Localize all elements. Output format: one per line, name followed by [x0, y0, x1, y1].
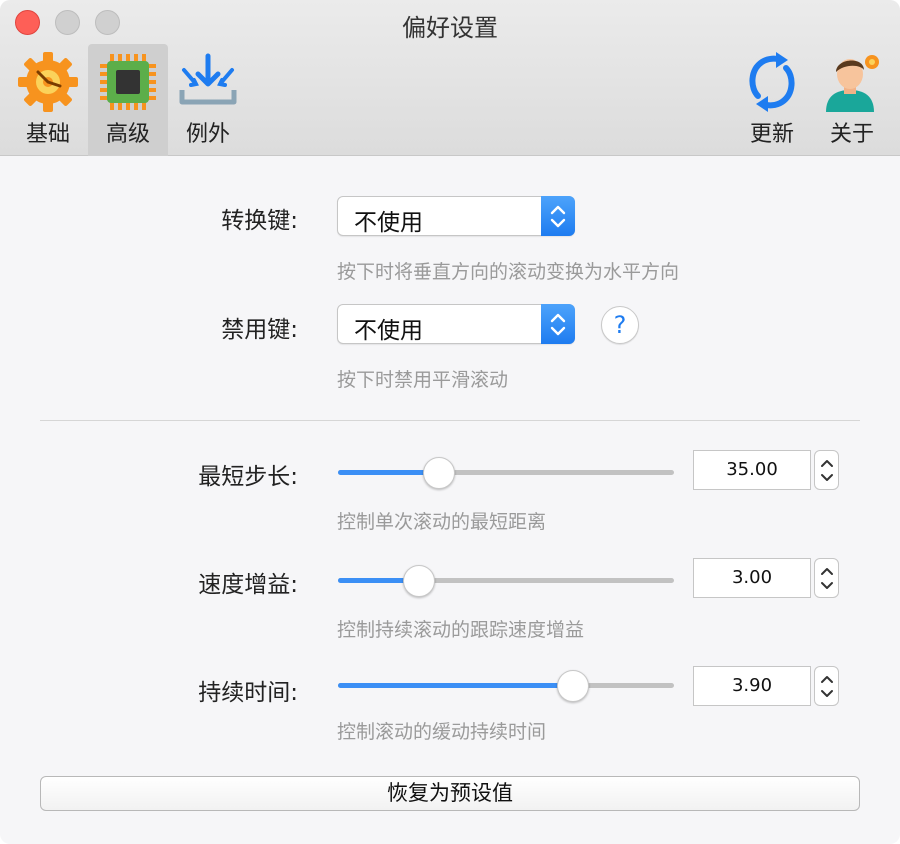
- tab-exceptions-label: 例外: [185, 122, 230, 147]
- disable-key-hint: 按下时禁用平滑滚动: [337, 369, 509, 391]
- speed-gain-field[interactable]: 3.00: [693, 558, 811, 598]
- duration-field[interactable]: 3.90: [693, 666, 811, 706]
- tab-update-label: 更新: [749, 122, 794, 147]
- min-step-label: 最短步长:: [198, 464, 298, 490]
- chip-icon: [100, 54, 156, 110]
- help-button[interactable]: ?: [601, 306, 639, 344]
- speed-gain-hint: 控制持续滚动的跟踪速度增益: [337, 619, 585, 641]
- popup-arrows-icon: [541, 196, 575, 236]
- stepper-arrows-icon: [821, 568, 833, 589]
- speed-gain-label: 速度增益:: [198, 572, 298, 598]
- disable-key-label: 禁用键:: [221, 317, 298, 343]
- window-title: 偏好设置: [402, 14, 498, 42]
- tab-advanced[interactable]: 高级: [88, 44, 168, 156]
- gear-icon: [18, 52, 78, 112]
- stepper-arrows-icon: [821, 460, 833, 481]
- modifier-key-hint: 按下时将垂直方向的滚动变换为水平方向: [337, 261, 680, 283]
- modifier-key-popup[interactable]: 不使用: [337, 196, 575, 236]
- duration-slider[interactable]: [338, 668, 674, 702]
- slider-knob[interactable]: [422, 457, 455, 489]
- reset-defaults-button[interactable]: 恢复为预设值: [40, 776, 860, 811]
- tab-basic-label: 基础: [25, 122, 70, 147]
- popup-arrows-icon: [541, 304, 575, 344]
- titlebar: 偏好设置 基础 高级 例外 更新 关于: [0, 0, 900, 156]
- tab-about-label: 关于: [829, 122, 874, 147]
- download-tray-icon: [179, 53, 237, 105]
- speed-gain-slider[interactable]: [338, 563, 674, 597]
- tab-exceptions[interactable]: 例外: [168, 44, 248, 156]
- disable-key-value: 不使用: [354, 318, 423, 344]
- section-divider: [40, 420, 860, 421]
- slider-fill: [338, 683, 574, 688]
- preferences-window: 偏好设置 基础 高级 例外 更新 关于 转换键: 不使用 按下时将垂直方向的滚动…: [0, 0, 900, 844]
- stepper-arrows-icon: [821, 676, 833, 697]
- speed-gain-stepper[interactable]: [814, 558, 839, 598]
- duration-label: 持续时间:: [198, 680, 298, 706]
- tab-advanced-label: 高级: [105, 122, 150, 147]
- min-step-stepper[interactable]: [814, 450, 839, 490]
- refresh-icon: [749, 52, 795, 112]
- slider-knob[interactable]: [402, 565, 435, 597]
- user-avatar-icon: [826, 55, 879, 112]
- duration-hint: 控制滚动的缓动持续时间: [337, 721, 547, 743]
- disable-key-popup[interactable]: 不使用: [337, 304, 575, 344]
- tab-basic[interactable]: 基础: [8, 44, 88, 156]
- slider-knob[interactable]: [557, 670, 590, 702]
- duration-stepper[interactable]: [814, 666, 839, 706]
- tab-update[interactable]: 更新: [732, 44, 812, 156]
- modifier-key-label: 转换键:: [221, 208, 298, 234]
- min-step-field[interactable]: 35.00: [693, 450, 811, 490]
- min-step-slider[interactable]: [338, 455, 674, 489]
- min-step-hint: 控制单次滚动的最短距离: [337, 511, 547, 533]
- tab-about[interactable]: 关于: [812, 44, 892, 156]
- modifier-key-value: 不使用: [354, 210, 423, 236]
